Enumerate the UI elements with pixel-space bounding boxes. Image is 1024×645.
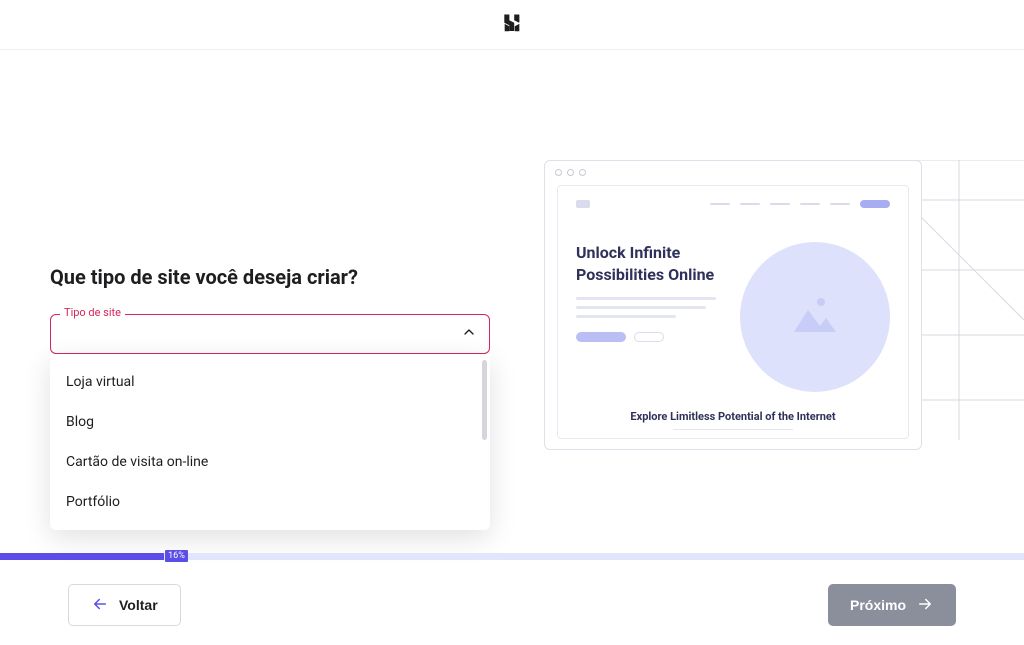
site-type-combobox[interactable]	[50, 314, 490, 354]
main-content: Que tipo de site você deseja criar? Tipo…	[0, 50, 1024, 560]
next-button-label: Próximo	[850, 597, 906, 613]
browser-dot-icon	[579, 169, 586, 176]
browser-window-controls	[555, 169, 586, 176]
image-placeholder-icon	[794, 296, 836, 332]
site-type-dropdown: Loja virtual Blog Cartão de visita on-li…	[50, 354, 490, 530]
mock-secondary-button	[634, 332, 664, 342]
mock-nav-link	[830, 203, 850, 205]
site-type-input[interactable]	[63, 326, 443, 342]
mock-nav-links	[710, 200, 890, 208]
mock-hero-image	[740, 242, 890, 392]
site-type-field-wrap: Tipo de site Loja virtual Blog Cartão de…	[50, 314, 490, 354]
site-preview-illustration: Unlock Infinite Possibilities Online	[544, 160, 984, 450]
site-type-option[interactable]: Portfólio	[50, 482, 490, 522]
dropdown-scrollbar[interactable]	[482, 360, 487, 440]
form-question: Que tipo de site você deseja criar?	[50, 265, 490, 289]
back-button-label: Voltar	[119, 597, 158, 613]
site-type-label: Tipo de site	[60, 306, 125, 319]
back-button[interactable]: Voltar	[68, 584, 181, 626]
mock-buttons	[576, 332, 722, 342]
mock-text-line	[576, 315, 676, 318]
arrow-right-icon	[916, 595, 934, 616]
mock-subtitle: Explore Limitless Potential of the Inter…	[576, 410, 890, 423]
mock-nav-link	[740, 203, 760, 205]
hostinger-logo-icon	[501, 12, 523, 38]
mock-body-lines	[576, 297, 722, 318]
mock-copy: Unlock Infinite Possibilities Online	[576, 242, 722, 342]
browser-page: Unlock Infinite Possibilities Online	[557, 185, 909, 439]
mock-hero: Unlock Infinite Possibilities Online	[576, 242, 890, 392]
form-panel: Que tipo de site você deseja criar? Tipo…	[50, 50, 490, 354]
browser-dot-icon	[567, 169, 574, 176]
next-button[interactable]: Próximo	[828, 584, 956, 626]
onboarding-progress-label: 16%	[165, 550, 188, 562]
app-header	[0, 0, 1024, 50]
mock-headline: Unlock Infinite Possibilities Online	[576, 242, 722, 285]
browser-dot-icon	[555, 169, 562, 176]
site-type-option[interactable]: Loja virtual	[50, 362, 490, 402]
site-type-option[interactable]: Cartão de visita on-line	[50, 442, 490, 482]
arrow-left-icon	[91, 595, 109, 616]
mock-nav-cta	[860, 200, 890, 208]
mock-text-line	[576, 297, 716, 300]
mock-nav	[576, 200, 890, 208]
mock-nav-logo	[576, 200, 590, 208]
mock-nav-link	[770, 203, 790, 205]
mock-text-line	[576, 306, 706, 309]
wizard-footer: Voltar Próximo	[0, 565, 1024, 645]
mock-subtitle-underline	[673, 429, 793, 430]
mock-nav-link	[710, 203, 730, 205]
mock-primary-button	[576, 332, 626, 342]
site-type-option[interactable]: Blog	[50, 402, 490, 442]
onboarding-progress-fill: 16%	[0, 553, 164, 560]
browser-mock: Unlock Infinite Possibilities Online	[544, 160, 922, 450]
onboarding-progress-track: 16%	[0, 553, 1024, 560]
chevron-up-icon	[461, 324, 477, 344]
mock-nav-link	[800, 203, 820, 205]
